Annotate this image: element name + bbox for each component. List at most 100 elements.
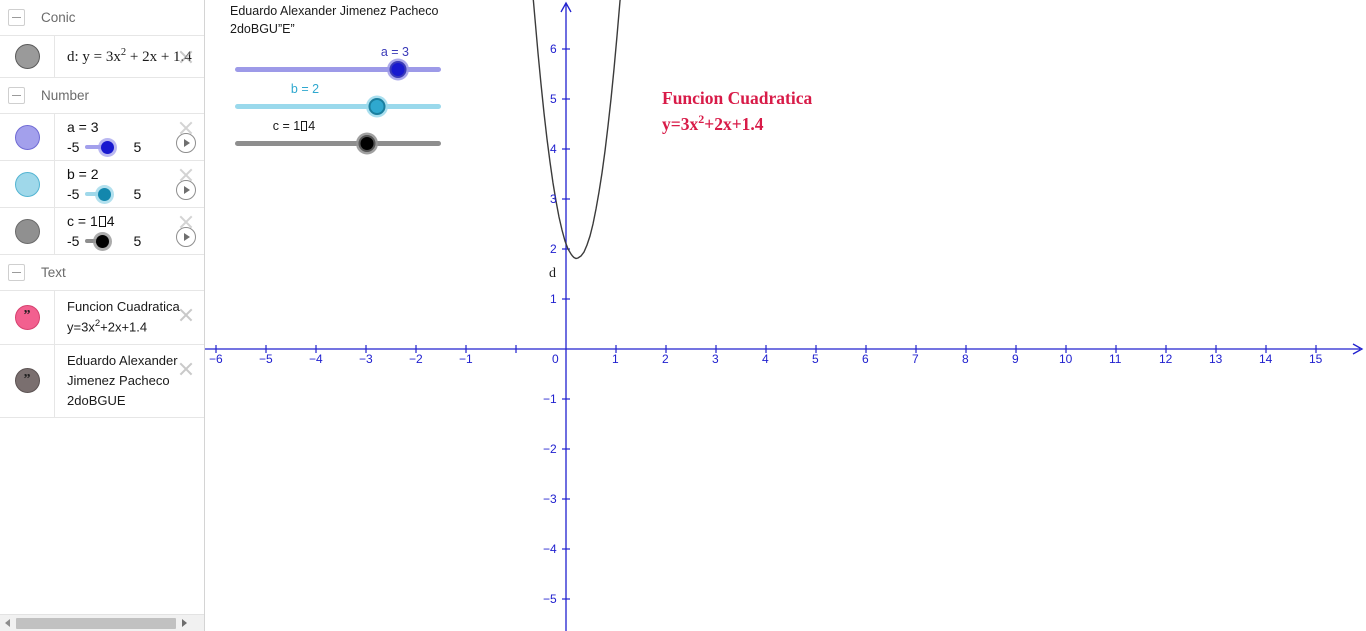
number-body-b[interactable]: b = 2 -5 5 xyxy=(55,161,204,207)
annotation-line-2-prefix: y=3x xyxy=(662,114,699,135)
slider-min-c: -5 xyxy=(67,233,80,249)
slider-track-c[interactable] xyxy=(235,134,441,152)
mini-slider-track-b[interactable] xyxy=(85,186,127,202)
x-tick-label: 9 xyxy=(1012,352,1019,366)
visibility-toggle-cell[interactable] xyxy=(0,36,55,77)
triangle-right-icon[interactable] xyxy=(177,615,192,631)
minus-box-icon[interactable] xyxy=(8,264,25,281)
visibility-marble-c[interactable] xyxy=(14,218,40,244)
mini-slider-knob-c[interactable] xyxy=(96,234,110,248)
x-tick-label: −6 xyxy=(209,352,223,366)
annotation-text-funcion-cuadratica[interactable]: Funcion Cuadratica y=3x2+2x+1.4 xyxy=(662,86,812,138)
slider-b[interactable]: b = 2 xyxy=(235,81,441,115)
close-icon[interactable] xyxy=(178,307,194,323)
section-header-number[interactable]: Number xyxy=(0,78,204,114)
algebra-row-text-1[interactable]: ” Funcion Cuadratica y=3x2+2x+1.4 xyxy=(0,291,204,345)
text2-line-2: Jimenez Pacheco xyxy=(67,372,170,388)
visibility-toggle-cell[interactable]: ” xyxy=(0,344,55,418)
visibility-marble-b[interactable] xyxy=(14,171,40,197)
y-tick-label: 2 xyxy=(550,242,557,256)
sidebar-horizontal-scrollbar[interactable] xyxy=(0,614,204,631)
slider-knob-b[interactable] xyxy=(368,97,386,115)
y-tick-label: −3 xyxy=(543,492,557,506)
x-tick-label: 8 xyxy=(962,352,969,366)
parabola-curve[interactable] xyxy=(532,0,622,260)
algebra-row-text-2[interactable]: ” Eduardo Alexander Jimenez Pacheco 2doBGU… xyxy=(0,344,204,419)
annotation-line-2-suffix: +2x+1.4 xyxy=(704,114,764,135)
author-note-text[interactable]: Eduardo Alexander Jimenez Pacheco 2doBGU… xyxy=(230,2,470,38)
slider-track-b[interactable] xyxy=(235,97,441,115)
conic-def-prefix: d: y = 3x xyxy=(67,49,121,65)
x-tick-label: 13 xyxy=(1209,352,1223,366)
algebra-row-number-a[interactable]: a = 3 -5 5 xyxy=(0,114,204,161)
y-tick-label: −5 xyxy=(543,592,557,606)
slider-knob-c[interactable] xyxy=(358,134,376,152)
slider-panel: Eduardo Alexander Jimenez Pacheco 2doBGU… xyxy=(230,0,470,152)
number-body-a[interactable]: a = 3 -5 5 xyxy=(55,114,204,160)
x-tick-label: 1 xyxy=(612,352,619,366)
slider-caption-c-suffix: 4 xyxy=(308,119,316,134)
y-tick-label: 1 xyxy=(550,292,557,306)
x-tick-label: −2 xyxy=(409,352,423,366)
slider-track-a[interactable] xyxy=(235,60,441,78)
visibility-toggle-cell[interactable] xyxy=(0,114,55,160)
y-tick-label: 4 xyxy=(550,142,557,156)
visibility-toggle-cell[interactable]: ” xyxy=(0,291,55,344)
mini-slider-track-a[interactable] xyxy=(85,139,127,155)
slider-max-c: 5 xyxy=(133,233,142,249)
curve-label-d[interactable]: d xyxy=(549,266,556,282)
x-tick-label: 5 xyxy=(812,352,819,366)
x-tick-label: −5 xyxy=(259,352,273,366)
close-icon[interactable] xyxy=(178,361,194,377)
algebra-row-number-b[interactable]: b = 2 -5 5 xyxy=(0,161,204,208)
triangle-left-icon[interactable] xyxy=(0,615,15,631)
mini-slider-track-c[interactable] xyxy=(85,233,127,249)
x-tick-label: −4 xyxy=(309,352,323,366)
minus-box-icon[interactable] xyxy=(8,9,25,26)
y-tick-label: −1 xyxy=(543,392,557,406)
graphics-view[interactable]: −6 −5 −4 −3 −2 −1 0 1 2 3 4 5 6 7 8 9 10… xyxy=(205,0,1366,631)
missing-glyph-box-icon xyxy=(98,216,106,227)
visibility-marble-d[interactable] xyxy=(14,44,40,69)
algebra-row-number-c[interactable]: c = 1 4 -5 5 xyxy=(0,208,204,255)
animation-play-button-a[interactable] xyxy=(176,133,196,153)
quote-icon[interactable]: ” xyxy=(14,368,40,394)
animation-play-button-b[interactable] xyxy=(176,180,196,200)
geogebra-window: Conic d: y = 3x2 + 2x + 1.4 Number a = 3 xyxy=(0,0,1366,631)
algebra-view-sidebar: Conic d: y = 3x2 + 2x + 1.4 Number a = 3 xyxy=(0,0,205,631)
y-tick-label: 5 xyxy=(550,92,557,106)
x-tick-label-origin: 0 xyxy=(552,352,559,366)
animation-play-button-c[interactable] xyxy=(176,227,196,247)
section-header-text[interactable]: Text xyxy=(0,255,204,291)
mini-slider-knob-a[interactable] xyxy=(101,140,115,154)
slider-a[interactable]: a = 3 xyxy=(235,44,441,78)
slider-bar-c xyxy=(235,140,441,146)
mini-slider-knob-b[interactable] xyxy=(98,187,112,201)
quote-icon[interactable]: ” xyxy=(14,304,40,330)
minus-box-icon[interactable] xyxy=(8,87,25,104)
x-tick-label: −1 xyxy=(459,352,473,366)
visibility-toggle-cell[interactable] xyxy=(0,208,55,254)
slider-knob-a[interactable] xyxy=(389,60,407,78)
number-label-c-suffix: 4 xyxy=(106,213,115,229)
x-tick-label: 12 xyxy=(1159,352,1173,366)
slider-bar-b xyxy=(235,103,441,109)
visibility-toggle-cell[interactable] xyxy=(0,161,55,207)
y-tick-label: 3 xyxy=(550,192,557,206)
text-line-2-suffix: +2x+1.4 xyxy=(100,319,148,335)
number-body-c[interactable]: c = 1 4 -5 5 xyxy=(55,208,204,254)
scrollbar-thumb[interactable] xyxy=(16,617,176,629)
text-body-1[interactable]: Funcion Cuadratica y=3x2+2x+1.4 xyxy=(55,291,204,344)
text-body-2[interactable]: Eduardo Alexander Jimenez Pacheco 2doBGUE xyxy=(55,345,204,417)
slider-c[interactable]: c = 1 4 xyxy=(235,118,441,152)
x-tick-label: 14 xyxy=(1259,352,1273,366)
y-tick-label: −4 xyxy=(543,542,557,556)
text2-line-3: 2doBGUE xyxy=(67,392,126,408)
conic-definition-body[interactable]: d: y = 3x2 + 2x + 1.4 xyxy=(55,36,204,77)
visibility-marble-a[interactable] xyxy=(14,124,40,150)
slider-min-b: -5 xyxy=(67,186,80,202)
section-header-conic[interactable]: Conic xyxy=(0,0,204,36)
algebra-row-conic-d[interactable]: d: y = 3x2 + 2x + 1.4 xyxy=(0,36,204,78)
close-icon[interactable] xyxy=(178,49,194,65)
text-line-1: Funcion Cuadratica xyxy=(67,299,180,314)
